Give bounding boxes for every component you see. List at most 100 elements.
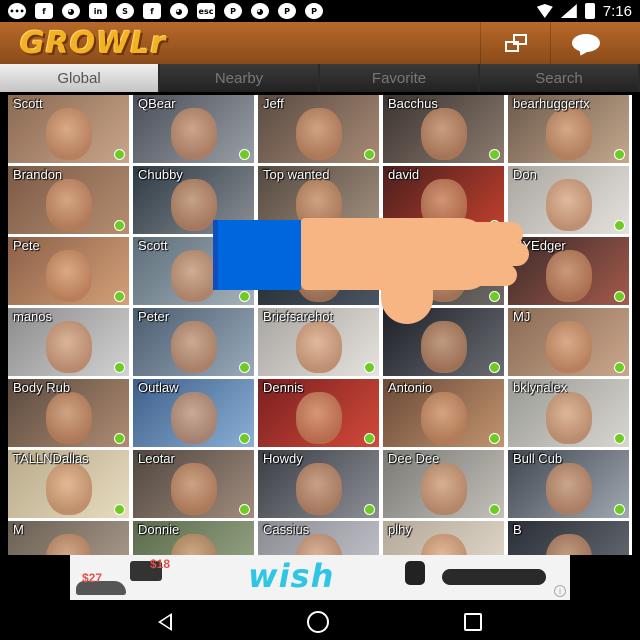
user-tile[interactable]: Dennis [258,379,379,447]
tab-favorite[interactable]: Favorite [320,64,480,92]
growl-icon: ◕ [251,3,269,19]
user-name: bklynalex [513,380,568,395]
user-name: NYEdger [513,238,566,253]
user-photo [545,108,592,161]
user-photo [295,534,342,555]
user-tile[interactable]: Pete [8,237,129,305]
user-tile[interactable]: Outlaw [133,379,254,447]
user-tile[interactable]: Donnie [133,521,254,555]
back-icon[interactable] [157,612,172,631]
messenger-icon: ••• [8,3,26,19]
ad-banner[interactable]: $27 $18 wish i [70,555,570,600]
user-tile[interactable]: bearhuggertx [508,95,629,163]
user-tile[interactable] [383,237,504,305]
user-photo [45,250,92,303]
user-tile[interactable]: Body Rub [8,379,129,447]
user-tile[interactable]: Scott [8,95,129,163]
user-photo [45,179,92,232]
tab-search[interactable]: Search [480,64,640,92]
online-status-icon [614,433,625,444]
user-tile[interactable]: plhy [383,521,504,555]
online-status-icon [239,362,250,373]
user-tile[interactable]: manos [8,308,129,376]
tab-bar: Global Nearby Favorite Search [0,64,640,92]
user-tile[interactable]: Don [508,166,629,234]
user-name: Scott [138,238,168,253]
user-tile[interactable]: Peter [133,308,254,376]
user-name: Chubby [138,167,183,182]
user-photo [45,534,92,555]
user-photo [45,392,92,445]
user-tile[interactable]: Leotar [133,450,254,518]
user-tile[interactable]: Antonio [383,379,504,447]
user-tile[interactable]: bklynalex [508,379,629,447]
user-grid: Scott QBear Jeff Bacchus bearhuggertx Brandon… [8,95,632,555]
user-tile[interactable]: Howdy [258,450,379,518]
user-name: Peter [138,309,170,324]
user-tile[interactable]: Bacchus [383,95,504,163]
user-name: david [388,167,420,182]
user-photo [545,179,592,232]
user-name: TALLNDallas [13,451,89,466]
online-status-icon [489,220,500,231]
user-name: Don [513,167,537,182]
user-tile[interactable]: Briefsarehot [258,308,379,376]
user-tile[interactable]: Brandon [8,166,129,234]
user-name: Bull Cub [513,451,563,466]
user-name: Brandon [13,167,63,182]
user-tile[interactable]: TALLNDallas [8,450,129,518]
watch-product-image [405,561,425,585]
recent-apps-icon[interactable] [464,612,483,631]
user-tile[interactable]: M [8,521,129,555]
online-status-icon [239,433,250,444]
user-photo [295,392,342,445]
home-icon[interactable] [306,610,329,633]
windows-button[interactable] [480,22,550,64]
user-tile[interactable] [383,308,504,376]
ad-info-icon[interactable]: i [554,585,566,597]
app-logo: GROWLr [20,25,167,61]
tab-nearby[interactable]: Nearby [160,64,320,92]
online-status-icon [114,504,125,515]
user-tile[interactable]: B [508,521,629,555]
online-status-icon [364,504,375,515]
user-tile[interactable]: Cassius [258,521,379,555]
user-tile[interactable]: Scott [133,237,254,305]
user-photo [170,463,217,516]
online-status-icon [489,362,500,373]
online-status-icon [114,291,125,302]
user-tile[interactable]: Jeff [258,95,379,163]
user-tile[interactable]: QBear [133,95,254,163]
user-tile[interactable]: NYEdger [508,237,629,305]
online-status-icon [239,220,250,231]
user-tile[interactable]: david [383,166,504,234]
user-photo [295,108,342,161]
user-photo [420,108,467,161]
online-status-icon [614,362,625,373]
user-photo [545,250,592,303]
user-photo [295,321,342,374]
tab-global[interactable]: Global [0,64,160,92]
online-status-icon [239,149,250,160]
user-tile[interactable]: Chubby [133,166,254,234]
user-photo [45,463,92,516]
facebook-icon: f [35,3,53,19]
hoverboard-product-image [442,569,546,585]
user-tile[interactable]: MJ [508,308,629,376]
user-tile[interactable]: Bull Cub [508,450,629,518]
nav-bar [0,603,640,640]
chat-button[interactable] [550,22,620,64]
user-tile[interactable]: Dee Dee [383,450,504,518]
skype-icon: S [116,3,134,19]
online-status-icon [364,220,375,231]
online-status-icon [364,149,375,160]
online-status-icon [114,220,125,231]
online-status-icon [489,433,500,444]
status-bar: ••• f ◕ in S f ◕ esc P ◕ P P 7:16 [0,0,640,22]
user-photo [170,392,217,445]
user-tile[interactable]: Top wanted [258,166,379,234]
user-photo [170,321,217,374]
user-photo [420,534,467,555]
user-tile[interactable] [258,237,379,305]
signal-icon [560,4,577,18]
